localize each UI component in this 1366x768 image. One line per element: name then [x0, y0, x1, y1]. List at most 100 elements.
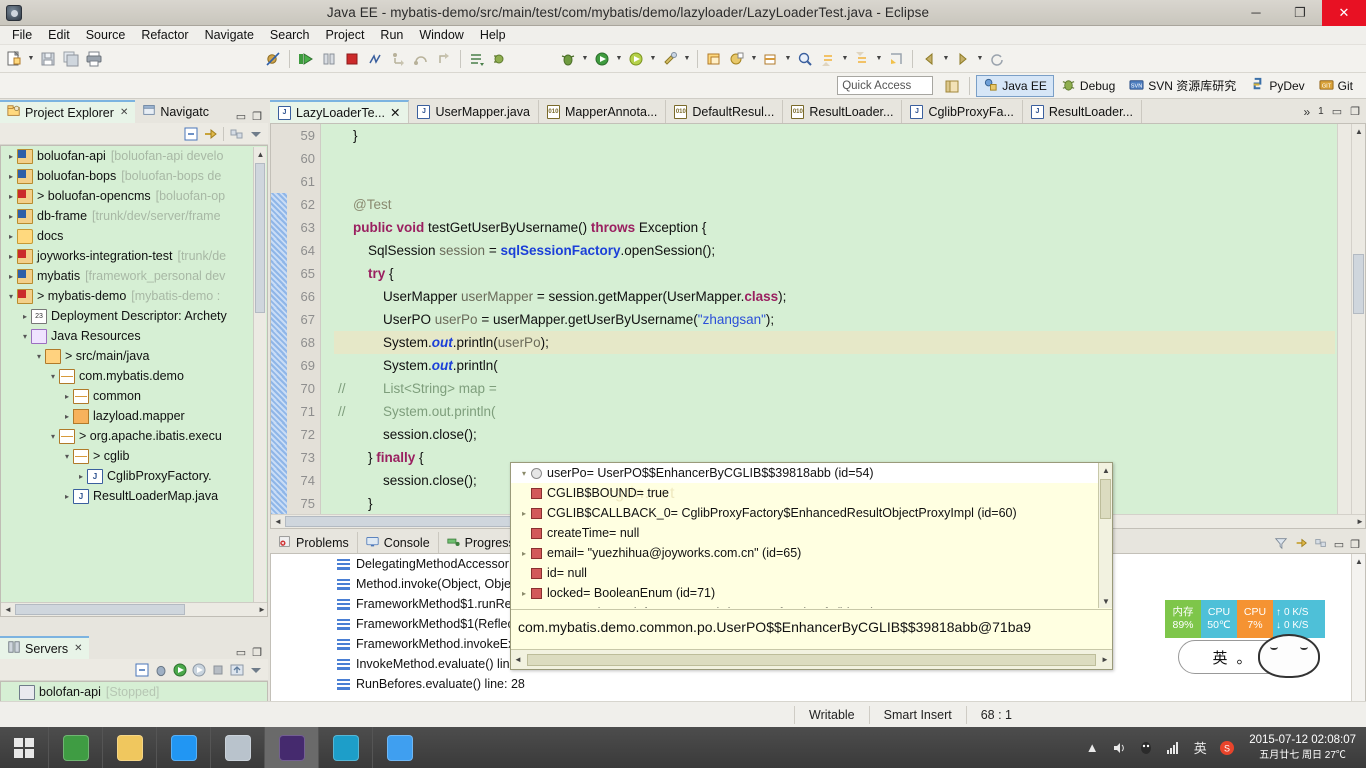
- close-icon[interactable]: ✕: [120, 107, 128, 118]
- back-icon[interactable]: [918, 48, 940, 70]
- expand-arrow-icon[interactable]: ▸: [517, 549, 531, 558]
- menu-edit[interactable]: Edit: [40, 27, 78, 43]
- debug-run-icon[interactable]: [557, 48, 579, 70]
- tree-item[interactable]: ▾Java Resources: [1, 326, 267, 346]
- sogou-icon[interactable]: S: [1218, 739, 1236, 757]
- quick-access-input[interactable]: Quick Access: [837, 76, 933, 95]
- tree-item[interactable]: ▸docs: [1, 226, 267, 246]
- media-taskbar-icon[interactable]: [210, 727, 264, 768]
- code-line[interactable]: }: [334, 124, 1335, 147]
- forward-dropdown-icon[interactable]: ▼: [975, 48, 985, 70]
- expand-arrow-icon[interactable]: ▸: [75, 470, 87, 482]
- tab-navigator[interactable]: Navigatc: [135, 100, 216, 123]
- code-line[interactable]: UserMapper userMapper = session.getMappe…: [334, 285, 1335, 308]
- expand-arrow-icon[interactable]: ▸: [5, 190, 17, 202]
- editor-minimize-icon[interactable]: ▭: [1332, 105, 1342, 118]
- perspective-pydev[interactable]: PyDev: [1243, 75, 1311, 97]
- menu-search[interactable]: Search: [262, 27, 318, 43]
- step-return-icon[interactable]: [433, 48, 455, 70]
- bottom-maximize-icon[interactable]: ❐: [1350, 538, 1360, 551]
- perspective-debug[interactable]: Debug: [1054, 75, 1122, 97]
- disconnect-icon[interactable]: [364, 48, 386, 70]
- view-menu-icon[interactable]: [248, 662, 264, 678]
- tree-item[interactable]: ▾> src/main/java: [1, 346, 267, 366]
- scroll-right-icon[interactable]: ►: [1353, 517, 1366, 526]
- menu-run[interactable]: Run: [372, 27, 411, 43]
- bottom-view-menu-icon[interactable]: [1314, 536, 1328, 553]
- publish-server-icon[interactable]: [229, 662, 245, 678]
- expand-arrow-icon[interactable]: ▸: [19, 310, 31, 322]
- code-line[interactable]: [334, 147, 1335, 170]
- editor-overview-ruler[interactable]: [1337, 124, 1351, 528]
- tab-console[interactable]: Console: [358, 532, 439, 553]
- menu-project[interactable]: Project: [318, 27, 373, 43]
- tree-horizontal-scrollbar[interactable]: ◄ ►: [1, 602, 268, 616]
- chrome-taskbar-icon[interactable]: [48, 727, 102, 768]
- expand-arrow-icon[interactable]: ▾: [47, 430, 59, 442]
- code-line[interactable]: public void testGetUserByUsername() thro…: [334, 216, 1335, 239]
- search-icon[interactable]: [794, 48, 816, 70]
- expand-arrow-icon[interactable]: ▸: [5, 230, 17, 242]
- close-icon[interactable]: ✕: [390, 105, 400, 120]
- qq-icon[interactable]: [1137, 739, 1155, 757]
- editor-tab[interactable]: JUserMapper.java: [409, 100, 539, 123]
- save-icon[interactable]: [37, 48, 59, 70]
- scroll-left-icon[interactable]: ◄: [1, 605, 15, 614]
- maximize-button[interactable]: ❐: [1278, 0, 1322, 26]
- new-dropdown-icon[interactable]: ▼: [26, 48, 36, 70]
- expand-arrow-icon[interactable]: ▾: [19, 330, 31, 342]
- ime-punctuation-toggle[interactable]: 。: [1236, 647, 1251, 668]
- code-line[interactable]: System.out.println(userPo);: [334, 331, 1335, 354]
- expand-arrow-icon[interactable]: ▸: [5, 250, 17, 262]
- debug-dropdown-icon[interactable]: ▼: [580, 48, 590, 70]
- popup-hscroll-thumb[interactable]: [527, 654, 1096, 666]
- step-over-icon[interactable]: [410, 48, 432, 70]
- ime-tray-icon[interactable]: 英: [1191, 739, 1209, 757]
- last-edit-icon[interactable]: [466, 48, 488, 70]
- editor-taskbar-icon[interactable]: [372, 727, 426, 768]
- expand-arrow-icon[interactable]: ▾: [517, 469, 531, 478]
- ime-mode-chinese[interactable]: 英: [1212, 647, 1227, 668]
- run-as-icon[interactable]: [591, 48, 613, 70]
- eclipse-taskbar-icon[interactable]: [264, 727, 318, 768]
- editor-annotation-gutter[interactable]: »: [271, 124, 287, 528]
- open-perspective-icon[interactable]: [941, 75, 963, 97]
- scroll-right-icon[interactable]: ►: [255, 605, 268, 614]
- taskbar-clock[interactable]: 2015-07-12 02:08:07 五月廿七 周日 27℃: [1245, 733, 1360, 763]
- menu-window[interactable]: Window: [411, 27, 471, 43]
- code-line[interactable]: UserPO userPo = userMapper.getUserByUser…: [334, 308, 1335, 331]
- debug-server-icon[interactable]: [153, 662, 169, 678]
- scroll-up-icon[interactable]: ▲: [1352, 554, 1366, 568]
- popup-scroll-thumb[interactable]: [1100, 479, 1111, 519]
- code-line[interactable]: try {: [334, 262, 1335, 285]
- scroll-up-icon[interactable]: ▲: [1352, 124, 1366, 138]
- tree-item[interactable]: ▸23Deployment Descriptor: Archety: [1, 306, 267, 326]
- desktop-pet-icon[interactable]: [1258, 634, 1320, 678]
- stop-server-icon[interactable]: [210, 662, 226, 678]
- close-icon[interactable]: ✕: [74, 643, 82, 654]
- scroll-down-icon[interactable]: ▼: [1099, 594, 1113, 608]
- variable-row[interactable]: ▾userPo= UserPO$$EnhancerByCGLIB$$39818a…: [511, 463, 1112, 483]
- popup-variable-tree[interactable]: cgdn.net ▾userPo= UserPO$$EnhancerByCGLI…: [511, 463, 1112, 608]
- explorer-taskbar-icon[interactable]: [102, 727, 156, 768]
- show-hidden-icons[interactable]: ▲: [1083, 739, 1101, 757]
- step-into-icon[interactable]: [387, 48, 409, 70]
- code-line[interactable]: SqlSession session = sqlSessionFactory.o…: [334, 239, 1335, 262]
- bottom-filter-icon[interactable]: [1274, 536, 1288, 553]
- code-line[interactable]: @Test: [334, 193, 1335, 216]
- editor-maximize-icon[interactable]: ❐: [1350, 105, 1360, 118]
- next-annotation-dropdown-icon[interactable]: ▼: [840, 48, 850, 70]
- run-dropdown-icon[interactable]: ▼: [614, 48, 624, 70]
- menu-file[interactable]: File: [4, 27, 40, 43]
- expand-arrow-icon[interactable]: ▾: [61, 450, 73, 462]
- stack-frame-row[interactable]: RunBefores.evaluate() line: 28: [271, 674, 1365, 694]
- expand-arrow-icon[interactable]: ▸: [5, 270, 17, 282]
- expand-arrow-icon[interactable]: ▸: [5, 170, 17, 182]
- run-icon[interactable]: [295, 48, 317, 70]
- expand-arrow-icon[interactable]: ▸: [5, 210, 17, 222]
- expand-arrow-icon[interactable]: ▾: [33, 350, 45, 362]
- expand-arrow-icon[interactable]: ▸: [61, 410, 73, 422]
- tree-item[interactable]: ▸> boluofan-opencms[boluofan-op: [1, 186, 267, 206]
- tree-vertical-scrollbar[interactable]: ▲ ▼: [253, 147, 266, 617]
- perspective-git[interactable]: GIT Git: [1312, 75, 1360, 97]
